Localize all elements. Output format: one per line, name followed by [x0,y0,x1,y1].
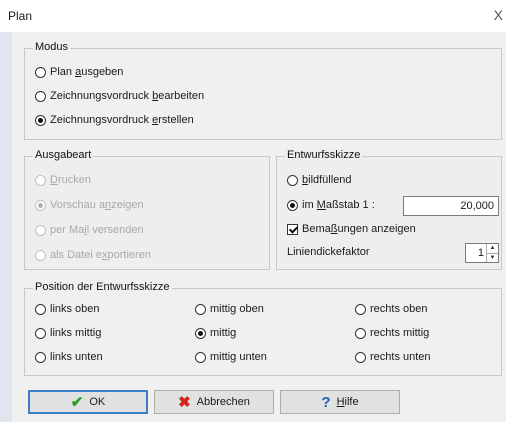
radio-circle[interactable] [35,249,46,261]
radio-exportieren[interactable]: als Datei exportieren [35,249,151,261]
radio-massstab[interactable]: im Maßstab 1 : [287,199,375,211]
radio-circle[interactable] [35,114,46,126]
ausgabeart-group: Ausgabeart Drucken Vorschau anzeigen per… [24,149,270,270]
radio-label: als Datei exportieren [50,249,151,261]
checkmark-icon: ✔ [70,394,84,411]
radio-drucken[interactable]: Drucken [35,174,91,186]
modus-legend: Modus [33,41,71,53]
radio-circle[interactable] [35,90,46,102]
position-legend: Position der Entwurfsskizze [33,281,172,293]
radio-circle[interactable] [35,303,46,315]
radio-label: Drucken [50,174,91,186]
radio-label: im Maßstab 1 : [302,199,375,211]
help-button-label: Hilfe [336,396,359,408]
radio-label: rechts unten [370,351,431,363]
radio-mittig-unten[interactable]: mittig unten [195,351,267,363]
liniendicke-spinner[interactable]: 1 ▲ ▼ [465,243,499,263]
spin-up-icon[interactable]: ▲ [487,244,498,253]
radio-circle[interactable] [355,303,366,315]
radio-mail[interactable]: per Mail versenden [35,224,144,236]
radio-links-unten[interactable]: links unten [35,351,103,363]
radio-circle[interactable] [35,224,46,236]
radio-circle[interactable] [195,327,206,339]
question-icon: ? [321,393,331,411]
title-bar: Plan X [0,0,506,32]
cancel-button[interactable]: ✖ Abbrechen [154,390,274,414]
radio-bildfuellend[interactable]: bildfüllend [287,174,352,186]
checkbox-box[interactable] [287,223,298,235]
spin-down-icon[interactable]: ▼ [487,253,498,263]
window-title: Plan [8,9,33,23]
liniendicke-value: 1 [477,247,484,259]
radio-circle[interactable] [35,66,46,78]
radio-label: bildfüllend [302,174,352,186]
ok-button[interactable]: ✔ OK [28,390,148,414]
radio-label: rechts mittig [370,327,430,339]
radio-circle[interactable] [195,303,206,315]
radio-label: rechts oben [370,303,428,315]
radio-circle[interactable] [35,327,46,339]
radio-vordruck-bearbeiten[interactable]: Zeichnungsvordruck bearbeiten [35,90,204,102]
radio-circle[interactable] [35,199,46,211]
cross-icon: ✖ [178,394,191,411]
radio-label: links mittig [50,327,102,339]
radio-plan-ausgeben[interactable]: Plan ausgeben [35,66,123,78]
radio-links-oben[interactable]: links oben [35,303,100,315]
radio-circle[interactable] [355,351,366,363]
radio-label: links unten [50,351,103,363]
radio-label: per Mail versenden [50,224,144,236]
position-group: Position der Entwurfsskizze links oben m… [24,281,502,376]
radio-rechts-oben[interactable]: rechts oben [355,303,427,315]
radio-circle[interactable] [35,174,46,186]
modus-group: Modus Plan ausgeben Zeichnungsvordruck b… [24,41,502,140]
radio-circle[interactable] [35,351,46,363]
liniendicke-label: Liniendickefaktor [287,246,370,258]
radio-label: Zeichnungsvordruck bearbeiten [50,90,205,102]
ok-button-label: OK [89,396,106,408]
radio-label: mittig [210,327,237,339]
radio-label: Vorschau anzeigen [50,199,144,211]
entwurfsskizze-legend: Entwurfsskizze [285,149,363,161]
dialog-client: Modus Plan ausgeben Zeichnungsvordruck b… [12,32,506,422]
radio-vorschau[interactable]: Vorschau anzeigen [35,199,144,211]
radio-circle[interactable] [355,327,366,339]
massstab-input[interactable]: 20,000 [403,196,499,216]
cancel-button-label: Abbrechen [196,396,250,408]
ausgabeart-legend: Ausgabeart [33,149,94,161]
checkbox-label: Bemaßungen anzeigen [302,223,416,235]
entwurfsskizze-group: Entwurfsskizze bildfüllend im Maßstab 1 … [276,149,502,270]
radio-vordruck-erstellen[interactable]: Zeichnungsvordruck erstellen [35,114,194,126]
help-button[interactable]: ? Hilfe [280,390,400,414]
radio-mittig[interactable]: mittig [195,327,236,339]
radio-rechts-unten[interactable]: rechts unten [355,351,431,363]
radio-mittig-oben[interactable]: mittig oben [195,303,264,315]
radio-label: links oben [50,303,100,315]
close-icon[interactable]: X [494,7,503,23]
spinner-arrows[interactable]: ▲ ▼ [486,244,498,262]
radio-label: Plan ausgeben [50,66,124,78]
radio-links-mittig[interactable]: links mittig [35,327,101,339]
radio-circle[interactable] [287,199,298,211]
radio-rechts-mittig[interactable]: rechts mittig [355,327,429,339]
radio-label: Zeichnungsvordruck erstellen [50,114,194,126]
checkbox-bemassungen[interactable]: Bemaßungen anzeigen [287,223,416,235]
radio-label: mittig oben [210,303,264,315]
radio-circle[interactable] [195,351,206,363]
radio-circle[interactable] [287,174,298,186]
radio-label: mittig unten [210,351,267,363]
